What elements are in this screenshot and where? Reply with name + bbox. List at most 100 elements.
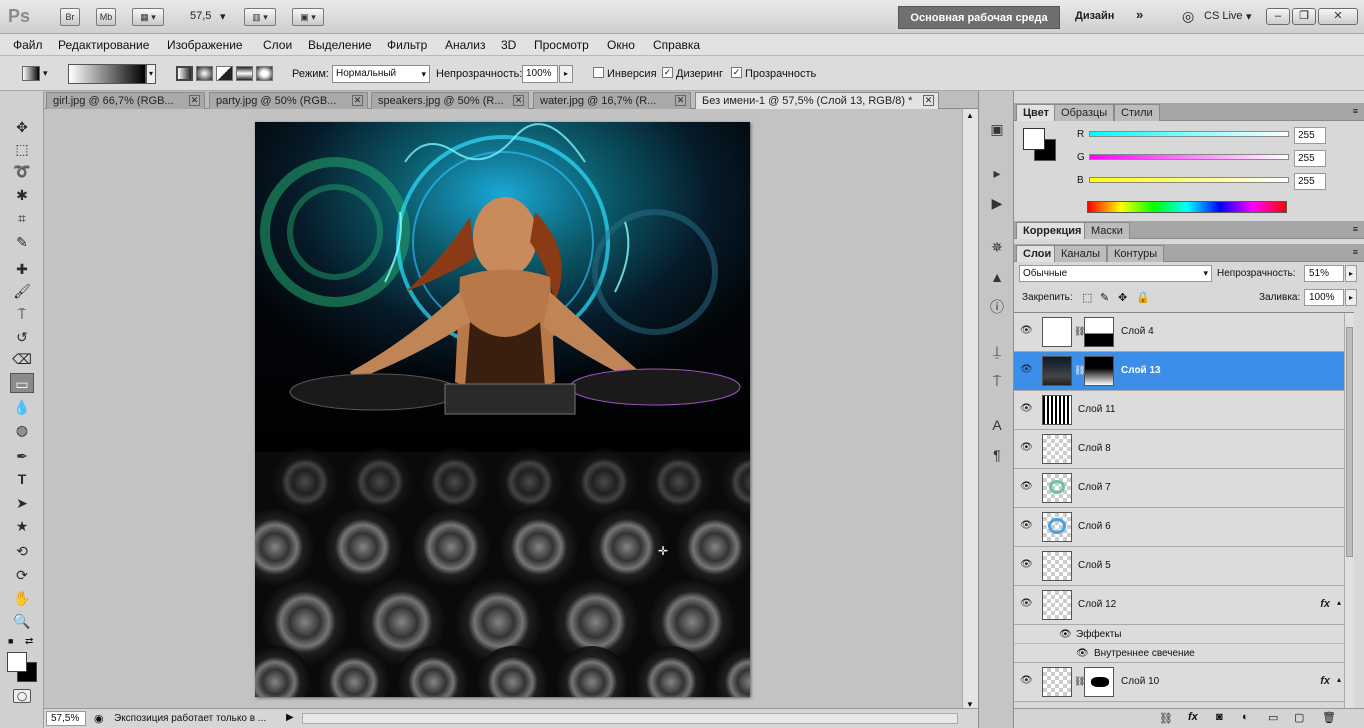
doc-tab-untitled[interactable]: Без имени-1 @ 57,5% (Слой 13, RGB/8) * ✕: [695, 92, 939, 109]
tool-preset-dropdown-icon[interactable]: ▾: [43, 68, 48, 79]
vertical-scrollbar[interactable]: ▲ ▼: [962, 109, 978, 711]
tool-preset-icon[interactable]: [22, 66, 40, 81]
visibility-eye-icon[interactable]: 👁: [1020, 521, 1033, 531]
character-panel-icon[interactable]: A: [987, 415, 1007, 435]
3d-orbit-tool-icon[interactable]: ⟳: [10, 565, 34, 585]
3d-rotate-tool-icon[interactable]: ⟲: [10, 541, 34, 561]
menu-window[interactable]: Окно: [607, 38, 635, 52]
blur-tool-icon[interactable]: 💧: [10, 397, 34, 417]
move-tool-icon[interactable]: ✥: [10, 117, 34, 137]
layer-name[interactable]: Слой 11: [1078, 404, 1115, 415]
layer-name[interactable]: Слой 4: [1121, 326, 1154, 337]
delete-layer-icon[interactable]: 🗑: [1322, 711, 1336, 724]
collapse-effects-icon[interactable]: ▴: [1337, 598, 1341, 607]
gradient-picker[interactable]: [68, 64, 146, 84]
visibility-eye-icon[interactable]: 👁: [1020, 482, 1033, 492]
gradient-dropdown-icon[interactable]: ▾: [146, 64, 156, 84]
quick-mask-icon[interactable]: ◯: [13, 689, 31, 703]
layer-row-7[interactable]: 👁 Слой 7: [1014, 469, 1344, 508]
opacity-slider-arrow-icon[interactable]: ▸: [1345, 265, 1357, 282]
blend-mode-select[interactable]: Обычные ▾: [1019, 265, 1212, 282]
marquee-tool-icon[interactable]: ⬚: [10, 139, 34, 159]
layer-row-8[interactable]: 👁 Слой 8: [1014, 430, 1344, 469]
view-extras-button[interactable]: ▦ ▾: [132, 8, 164, 26]
layer-name[interactable]: Слой 12: [1078, 599, 1116, 610]
layer-name[interactable]: Слой 5: [1078, 560, 1111, 571]
tab-adjustments[interactable]: Коррекция: [1016, 222, 1089, 239]
reflected-gradient-button[interactable]: [236, 66, 253, 81]
visibility-eye-icon[interactable]: 👁: [1020, 404, 1033, 414]
zoom-dropdown-icon[interactable]: ▾: [220, 10, 226, 23]
g-slider[interactable]: [1089, 154, 1289, 160]
bridge-button[interactable]: Br: [60, 8, 80, 26]
close-icon[interactable]: ✕: [513, 95, 524, 106]
layer-mask-thumbnail[interactable]: [1084, 317, 1114, 347]
lock-transparent-icon[interactable]: ⬚: [1082, 291, 1092, 304]
add-style-icon[interactable]: fx: [1188, 711, 1198, 723]
tab-layers[interactable]: Слои: [1016, 245, 1059, 262]
shape-tool-icon[interactable]: ★: [10, 516, 34, 536]
mode-select[interactable]: Нормальный ▾: [332, 65, 430, 83]
layer-name[interactable]: Слой 10: [1121, 676, 1159, 687]
layer-row-4[interactable]: 👁 ⛓ Слой 4: [1014, 313, 1344, 352]
zoom-tool-icon[interactable]: 🔍: [10, 611, 34, 631]
history-brush-tool-icon[interactable]: ↺: [10, 327, 34, 347]
layers-scrollbar[interactable]: [1344, 313, 1354, 708]
tab-color[interactable]: Цвет: [1016, 104, 1057, 121]
workspace-design-button[interactable]: Дизайн: [1075, 10, 1114, 22]
g-value[interactable]: 255: [1294, 150, 1326, 167]
pen-tool-icon[interactable]: ✒: [10, 446, 34, 466]
close-icon[interactable]: ✕: [923, 95, 934, 106]
tab-swatches[interactable]: Образцы: [1054, 104, 1115, 121]
gradient-tool-icon[interactable]: ▭: [10, 373, 34, 393]
doc-tab-water[interactable]: water.jpg @ 16,7% (R... ✕: [533, 92, 691, 109]
workspace-essentials-button[interactable]: Основная рабочая среда: [898, 6, 1060, 29]
path-selection-tool-icon[interactable]: ➤: [10, 493, 34, 513]
lock-all-icon[interactable]: 🔒: [1136, 291, 1150, 304]
color-foreground-swatch[interactable]: [1023, 128, 1045, 150]
inner-glow-eye-icon[interactable]: 👁: [1076, 648, 1089, 659]
brush-tool-icon[interactable]: 🖌: [10, 281, 34, 301]
radial-gradient-button[interactable]: [196, 66, 213, 81]
new-adjustment-icon[interactable]: ◐: [1242, 711, 1249, 723]
eraser-tool-icon[interactable]: ⌫: [10, 349, 34, 369]
screen-mode-button[interactable]: ▣ ▾: [292, 8, 324, 26]
lock-position-icon[interactable]: ✥: [1118, 291, 1127, 304]
tab-channels[interactable]: Каналы: [1054, 245, 1108, 262]
visibility-eye-icon[interactable]: 👁: [1020, 599, 1033, 609]
panel-menu-icon[interactable]: ≡: [1353, 224, 1358, 234]
b-value[interactable]: 255: [1294, 173, 1326, 190]
fill-slider-arrow-icon[interactable]: ▸: [1345, 289, 1357, 306]
menu-layers[interactable]: Слои: [263, 38, 292, 52]
menu-view[interactable]: Просмотр: [534, 38, 589, 52]
opacity-slider-toggle-icon[interactable]: ▸: [559, 65, 573, 83]
scroll-up-icon[interactable]: ▲: [966, 111, 974, 120]
layer-row-11[interactable]: 👁 Слой 11: [1014, 391, 1344, 430]
add-mask-icon[interactable]: ◙: [1216, 711, 1223, 723]
layer-row-5[interactable]: 👁 Слой 5: [1014, 547, 1344, 586]
link-layers-icon[interactable]: ⛓: [1159, 712, 1173, 725]
effects-row[interactable]: 👁 Эффекты: [1014, 625, 1344, 644]
menu-image[interactable]: Изображение: [167, 38, 243, 52]
hand-tool-icon[interactable]: ✋: [10, 588, 34, 608]
lasso-tool-icon[interactable]: ➰: [10, 161, 34, 181]
menu-filter[interactable]: Фильтр: [387, 38, 427, 52]
layer-row-12[interactable]: 👁 Слой 12 fx ▴: [1014, 586, 1344, 625]
layer-row-13[interactable]: 👁 ⛓ Слой 13: [1014, 352, 1344, 391]
b-slider[interactable]: [1089, 177, 1289, 183]
crop-tool-icon[interactable]: ⌗: [10, 208, 34, 228]
info-panel-icon[interactable]: ⓘ: [987, 297, 1007, 317]
color-spectrum-ramp[interactable]: [1087, 201, 1287, 213]
animation-panel-icon[interactable]: ▶: [987, 193, 1007, 213]
menu-help[interactable]: Справка: [653, 38, 700, 52]
close-icon[interactable]: ✕: [675, 95, 686, 106]
close-window-button[interactable]: ✕: [1318, 8, 1358, 25]
linear-gradient-button[interactable]: [176, 66, 193, 81]
tab-masks[interactable]: Маски: [1084, 222, 1130, 239]
layer-opacity-input[interactable]: 51%: [1304, 265, 1344, 282]
menu-select[interactable]: Выделение: [308, 38, 372, 52]
fill-input[interactable]: 100%: [1304, 289, 1344, 306]
layers-scroll-thumb[interactable]: [1346, 327, 1353, 557]
layer-name[interactable]: Слой 8: [1078, 443, 1111, 454]
status-menu-arrow-icon[interactable]: ▶: [286, 712, 294, 723]
